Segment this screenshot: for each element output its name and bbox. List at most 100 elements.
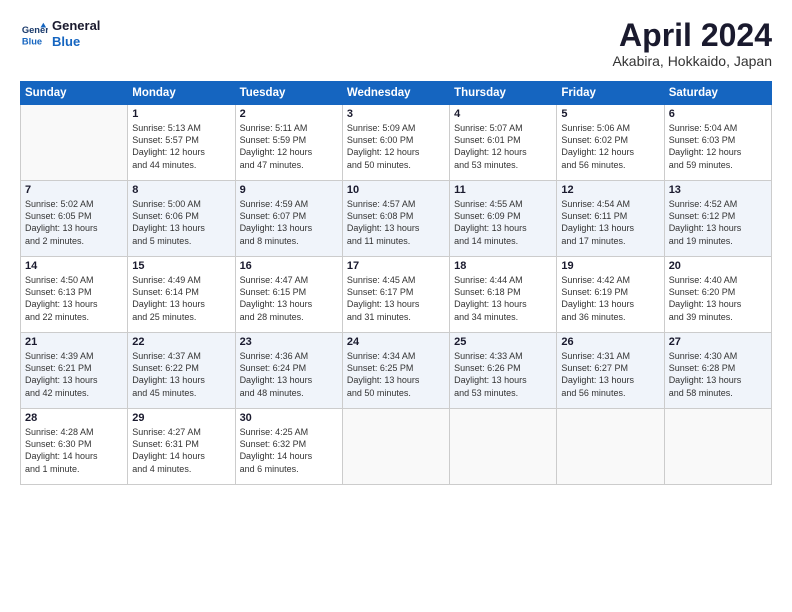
day-number: 9 [240,184,338,196]
table-row: 25 Sunrise: 4:33 AMSunset: 6:26 PMDayligh… [450,333,557,409]
day-number: 25 [454,336,552,348]
title-block: April 2024 Akabira, Hokkaido, Japan [612,18,772,69]
day-number: 24 [347,336,445,348]
logo: General Blue General Blue [20,18,100,49]
day-number: 28 [25,412,123,424]
table-row: 20 Sunrise: 4:40 AMSunset: 6:20 PMDayligh… [664,257,771,333]
day-number: 26 [561,336,659,348]
table-row: 22 Sunrise: 4:37 AMSunset: 6:22 PMDayligh… [128,333,235,409]
table-row: 6 Sunrise: 5:04 AMSunset: 6:03 PMDaylight… [664,105,771,181]
day-number: 10 [347,184,445,196]
table-row: 2 Sunrise: 5:11 AMSunset: 5:59 PMDaylight… [235,105,342,181]
day-info: Sunrise: 5:04 AMSunset: 6:03 PMDaylight:… [669,122,767,171]
table-row: 27Sunrise: 4:30 AMSunset: 6:28 PMDayligh… [664,333,771,409]
day-number: 2 [240,108,338,120]
table-row [557,409,664,485]
day-info: Sunrise: 4:34 AMSunset: 6:25 PMDaylight:… [347,350,445,399]
table-row: 14Sunrise: 4:50 AMSunset: 6:13 PMDayligh… [21,257,128,333]
day-info: Sunrise: 4:36 AMSunset: 6:24 PMDaylight:… [240,350,338,399]
table-row: 9 Sunrise: 4:59 AMSunset: 6:07 PMDaylight… [235,181,342,257]
table-row: 8 Sunrise: 5:00 AMSunset: 6:06 PMDaylight… [128,181,235,257]
table-row: 17 Sunrise: 4:45 AMSunset: 6:17 PMDayligh… [342,257,449,333]
day-number: 29 [132,412,230,424]
table-row: 11 Sunrise: 4:55 AMSunset: 6:09 PMDayligh… [450,181,557,257]
table-row: 23 Sunrise: 4:36 AMSunset: 6:24 PMDayligh… [235,333,342,409]
day-info: Sunrise: 4:52 AMSunset: 6:12 PMDaylight:… [669,198,767,247]
day-number: 20 [669,260,767,272]
day-info: Sunrise: 4:50 AMSunset: 6:13 PMDaylight:… [25,274,123,323]
col-wednesday: Wednesday [342,82,449,105]
table-row: 10 Sunrise: 4:57 AMSunset: 6:08 PMDayligh… [342,181,449,257]
logo-text: General Blue [52,18,100,49]
day-number: 23 [240,336,338,348]
day-number: 11 [454,184,552,196]
col-friday: Friday [557,82,664,105]
day-info: Sunrise: 4:59 AMSunset: 6:07 PMDaylight:… [240,198,338,247]
table-row: 3Sunrise: 5:09 AMSunset: 6:00 PMDaylight… [342,105,449,181]
header-row: Sunday Monday Tuesday Wednesday Thursday… [21,82,772,105]
week-row: 21 Sunrise: 4:39 AMSunset: 6:21 PMDayligh… [21,333,772,409]
month-year: April 2024 [612,18,772,53]
day-info: Sunrise: 5:09 AMSunset: 6:00 PMDaylight:… [347,122,445,171]
day-info: Sunrise: 4:49 AMSunset: 6:14 PMDaylight:… [132,274,230,323]
logo-icon: General Blue [20,20,48,48]
col-saturday: Saturday [664,82,771,105]
day-number: 21 [25,336,123,348]
svg-text:Blue: Blue [22,36,42,46]
day-info: Sunrise: 4:27 AMSunset: 6:31 PMDaylight:… [132,426,230,475]
table-row [450,409,557,485]
table-row [21,105,128,181]
day-info: Sunrise: 5:13 AMSunset: 5:57 PMDaylight:… [132,122,230,171]
day-number: 4 [454,108,552,120]
day-info: Sunrise: 4:45 AMSunset: 6:17 PMDaylight:… [347,274,445,323]
day-info: Sunrise: 4:40 AMSunset: 6:20 PMDaylight:… [669,274,767,323]
day-info: Sunrise: 4:54 AMSunset: 6:11 PMDaylight:… [561,198,659,247]
day-info: Sunrise: 4:55 AMSunset: 6:09 PMDaylight:… [454,198,552,247]
page: General Blue General Blue April 2024 Aka… [0,0,792,612]
table-row: 21 Sunrise: 4:39 AMSunset: 6:21 PMDayligh… [21,333,128,409]
day-info: Sunrise: 5:06 AMSunset: 6:02 PMDaylight:… [561,122,659,171]
table-row: 12 Sunrise: 4:54 AMSunset: 6:11 PMDayligh… [557,181,664,257]
day-number: 7 [25,184,123,196]
day-info: Sunrise: 5:02 AMSunset: 6:05 PMDaylight:… [25,198,123,247]
col-sunday: Sunday [21,82,128,105]
day-info: Sunrise: 4:57 AMSunset: 6:08 PMDaylight:… [347,198,445,247]
day-info: Sunrise: 4:42 AMSunset: 6:19 PMDaylight:… [561,274,659,323]
table-row: 18 Sunrise: 4:44 AMSunset: 6:18 PMDayligh… [450,257,557,333]
day-number: 8 [132,184,230,196]
day-info: Sunrise: 4:33 AMSunset: 6:26 PMDaylight:… [454,350,552,399]
day-number: 15 [132,260,230,272]
week-row: 1 Sunrise: 5:13 AMSunset: 5:57 PMDaylight… [21,105,772,181]
week-row: 14Sunrise: 4:50 AMSunset: 6:13 PMDayligh… [21,257,772,333]
day-info: Sunrise: 4:31 AMSunset: 6:27 PMDaylight:… [561,350,659,399]
day-number: 1 [132,108,230,120]
day-number: 5 [561,108,659,120]
table-row: 29 Sunrise: 4:27 AMSunset: 6:31 PMDayligh… [128,409,235,485]
day-number: 30 [240,412,338,424]
day-info: Sunrise: 4:39 AMSunset: 6:21 PMDaylight:… [25,350,123,399]
week-row: 7 Sunrise: 5:02 AMSunset: 6:05 PMDaylight… [21,181,772,257]
location: Akabira, Hokkaido, Japan [612,53,772,69]
day-number: 17 [347,260,445,272]
day-number: 22 [132,336,230,348]
table-row: 30Sunrise: 4:25 AMSunset: 6:32 PMDayligh… [235,409,342,485]
table-row: 7 Sunrise: 5:02 AMSunset: 6:05 PMDaylight… [21,181,128,257]
table-row: 4Sunrise: 5:07 AMSunset: 6:01 PMDaylight… [450,105,557,181]
day-info: Sunrise: 5:11 AMSunset: 5:59 PMDaylight:… [240,122,338,171]
day-info: Sunrise: 4:44 AMSunset: 6:18 PMDaylight:… [454,274,552,323]
table-row: 28Sunrise: 4:28 AMSunset: 6:30 PMDayligh… [21,409,128,485]
day-info: Sunrise: 4:37 AMSunset: 6:22 PMDaylight:… [132,350,230,399]
table-row: 19 Sunrise: 4:42 AMSunset: 6:19 PMDayligh… [557,257,664,333]
day-info: Sunrise: 5:00 AMSunset: 6:06 PMDaylight:… [132,198,230,247]
table-row [664,409,771,485]
day-number: 19 [561,260,659,272]
day-number: 6 [669,108,767,120]
table-row: 5 Sunrise: 5:06 AMSunset: 6:02 PMDaylight… [557,105,664,181]
col-thursday: Thursday [450,82,557,105]
day-number: 12 [561,184,659,196]
table-row: 26 Sunrise: 4:31 AMSunset: 6:27 PMDayligh… [557,333,664,409]
table-row: 16Sunrise: 4:47 AMSunset: 6:15 PMDayligh… [235,257,342,333]
col-monday: Monday [128,82,235,105]
day-number: 18 [454,260,552,272]
table-row: 24 Sunrise: 4:34 AMSunset: 6:25 PMDayligh… [342,333,449,409]
